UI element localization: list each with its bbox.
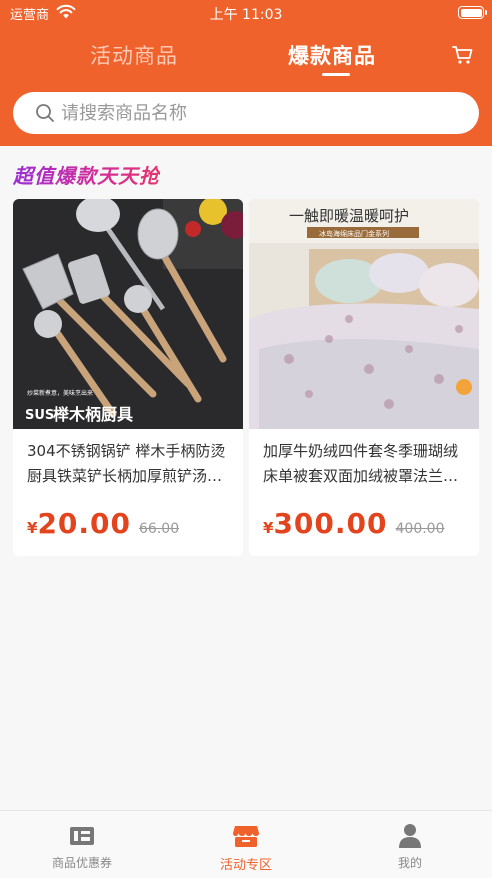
tabbar-label: 活动专区 — [219, 858, 272, 873]
currency-symbol: ¥ — [263, 519, 274, 537]
product-card[interactable]: 炒菜新煮意，美味烹出来 SUS 榉木柄厨具 304不锈钢锅铲 榉木手柄防烫厨具铁… — [13, 199, 243, 556]
bottom-tab-bar: 商品优惠券 活动专区 我的 — [0, 810, 492, 878]
tabbar-item-coupons[interactable]: 商品优惠券 — [0, 811, 164, 878]
tabbar-item-mine[interactable]: 我的 — [328, 811, 492, 878]
image-caption-small: 炒菜新煮意，美味烹出来 — [27, 389, 93, 397]
product-price: 20.00 — [37, 507, 132, 540]
image-caption-sub: 冰岛海绵床品门金系列 — [319, 229, 389, 238]
tabbar-item-activity-zone[interactable]: 活动专区 — [164, 811, 328, 878]
image-caption-sus: SUS — [25, 408, 54, 423]
original-price: 400.00 — [395, 521, 445, 537]
cart-icon[interactable] — [452, 44, 474, 66]
product-image-kitchen-utensils: 炒菜新煮意，美味烹出来 SUS 榉木柄厨具 — [13, 199, 243, 429]
header: 运营商 上午 11:03 活动商品 爆款商品 — [0, 0, 492, 146]
product-price: 300.00 — [273, 507, 388, 540]
product-content: 超值爆款天天抢 炒菜新煮意，美味烹出来 SUS 榉木柄厨具 304不锈钢锅铲 榉… — [0, 146, 492, 810]
active-tab-indicator — [322, 73, 350, 76]
coupon-icon — [70, 827, 94, 845]
tab-activity-products[interactable]: 活动商品 — [90, 40, 178, 70]
battery-icon — [458, 6, 487, 19]
store-icon — [233, 826, 259, 847]
user-icon — [399, 824, 421, 848]
section-title: 超值爆款天天抢 — [13, 160, 160, 189]
original-price: 66.00 — [139, 521, 180, 537]
product-title: 304不锈钢锅铲 榉木手柄防烫厨具铁菜铲长柄加厚煎铲汤勺漏勺套装家用 — [27, 442, 226, 485]
tabbar-label: 我的 — [397, 856, 422, 870]
price-row: ¥300.00 400.00 — [263, 507, 445, 541]
currency-symbol: ¥ — [27, 519, 38, 537]
status-time: 上午 11:03 — [209, 7, 283, 23]
product-card[interactable]: 一触即暖温暖呵护 冰岛海绵床品门金系列 加厚牛奶绒四件套冬季珊瑚绒床单被套双面加… — [249, 199, 479, 556]
tab-hot-products[interactable]: 爆款商品 — [288, 40, 376, 70]
image-caption-main: 榉木柄厨具 — [53, 405, 133, 424]
product-image-bedding-set: 一触即暖温暖呵护 冰岛海绵床品门金系列 — [249, 199, 479, 429]
price-row: ¥20.00 66.00 — [27, 507, 179, 541]
image-caption-main: 一触即暖温暖呵护 — [289, 207, 409, 225]
product-title: 加厚牛奶绒四件套冬季珊瑚绒床单被套双面加绒被罩法兰绒床上用品 — [263, 442, 459, 485]
search-input[interactable] — [61, 92, 461, 134]
search-bar[interactable] — [13, 92, 479, 134]
tabbar-label: 商品优惠券 — [51, 856, 112, 870]
search-icon — [36, 104, 54, 122]
status-bar: 运营商 上午 11:03 — [0, 0, 492, 26]
